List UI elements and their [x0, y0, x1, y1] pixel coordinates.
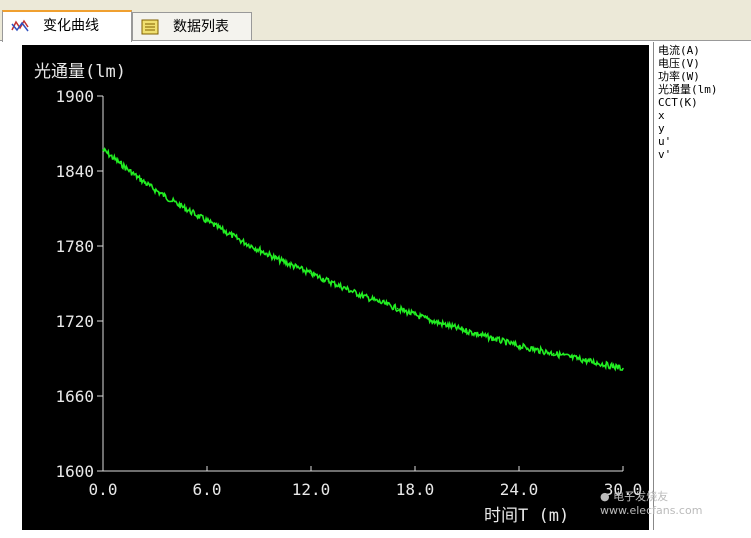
tab-data-list[interactable]: 数据列表 — [132, 12, 252, 41]
y-tick-label: 1900 — [55, 87, 94, 106]
chart-area: 光通量(lm) 时间T (m) 1600 1660 1720 1780 1840 1900… — [22, 45, 649, 530]
series-legend: 电流(A) 电压(V) 功率(W) 光通量(lm) CCT(K) x y u' v' — [653, 42, 748, 530]
curve-chart-icon — [11, 19, 29, 32]
data-point — [188, 210, 191, 212]
data-line — [102, 147, 624, 372]
legend-item[interactable]: u' — [658, 135, 744, 148]
x-axis-label: 时间T (m) — [484, 506, 569, 526]
data-point — [292, 265, 295, 267]
y-tick-label: 1600 — [55, 462, 94, 481]
data-point — [483, 335, 486, 337]
data-point — [275, 257, 278, 260]
y-tick-label: 1660 — [55, 387, 94, 406]
data-point — [414, 313, 416, 316]
data-point — [327, 280, 330, 282]
data-point — [552, 352, 555, 355]
data-point — [448, 325, 451, 327]
data-point — [240, 240, 243, 242]
data-point — [344, 287, 347, 290]
legend-item[interactable]: y — [658, 122, 744, 135]
tab-label: 变化曲线 — [43, 18, 99, 34]
data-point — [171, 200, 174, 202]
data-point — [431, 320, 434, 322]
watermark: ● 电子发烧友 www.elecfans.com — [600, 490, 703, 517]
data-point — [587, 360, 590, 362]
legend-item[interactable]: 功率(W) — [658, 70, 744, 83]
data-point — [258, 248, 260, 251]
legend-item[interactable]: 电压(V) — [658, 57, 744, 70]
data-point — [154, 188, 156, 191]
legend-item[interactable]: x — [658, 109, 744, 122]
data-point — [362, 295, 364, 297]
data-point — [622, 367, 624, 370]
data-point — [379, 301, 382, 304]
x-tick-label: 24.0 — [500, 480, 539, 499]
data-point — [396, 307, 399, 310]
y-axis-label: 光通量(lm) — [34, 62, 126, 82]
tab-label: 数据列表 — [173, 19, 229, 35]
tab-curve[interactable]: 变化曲线 — [2, 10, 132, 42]
data-point — [119, 162, 122, 165]
data-point — [518, 345, 520, 347]
data-point — [102, 148, 104, 151]
data-point — [604, 363, 607, 366]
x-tick-label: 18.0 — [396, 480, 435, 499]
legend-item[interactable]: 电流(A) — [658, 44, 744, 57]
x-tick-label: 12.0 — [292, 480, 331, 499]
y-tick-label: 1840 — [55, 162, 94, 181]
data-point — [223, 230, 226, 232]
data-point — [136, 176, 139, 179]
data-point — [206, 220, 208, 222]
legend-item[interactable]: v' — [658, 148, 744, 161]
data-point — [570, 356, 572, 359]
x-tick-label: 0.0 — [89, 480, 118, 499]
legend-item[interactable]: 光通量(lm) — [658, 83, 744, 96]
y-tick-label: 1720 — [55, 312, 94, 331]
chart-svg: 光通量(lm) 时间T (m) 1600 1660 1720 1780 1840 1900… — [34, 62, 642, 526]
legend-item[interactable]: CCT(K) — [658, 96, 744, 109]
list-icon — [141, 19, 159, 35]
data-point — [466, 330, 468, 332]
data-point — [310, 272, 312, 275]
data-point — [535, 348, 538, 351]
data-point — [500, 340, 503, 342]
y-tick-label: 1780 — [55, 237, 94, 256]
x-tick-label: 6.0 — [193, 480, 222, 499]
